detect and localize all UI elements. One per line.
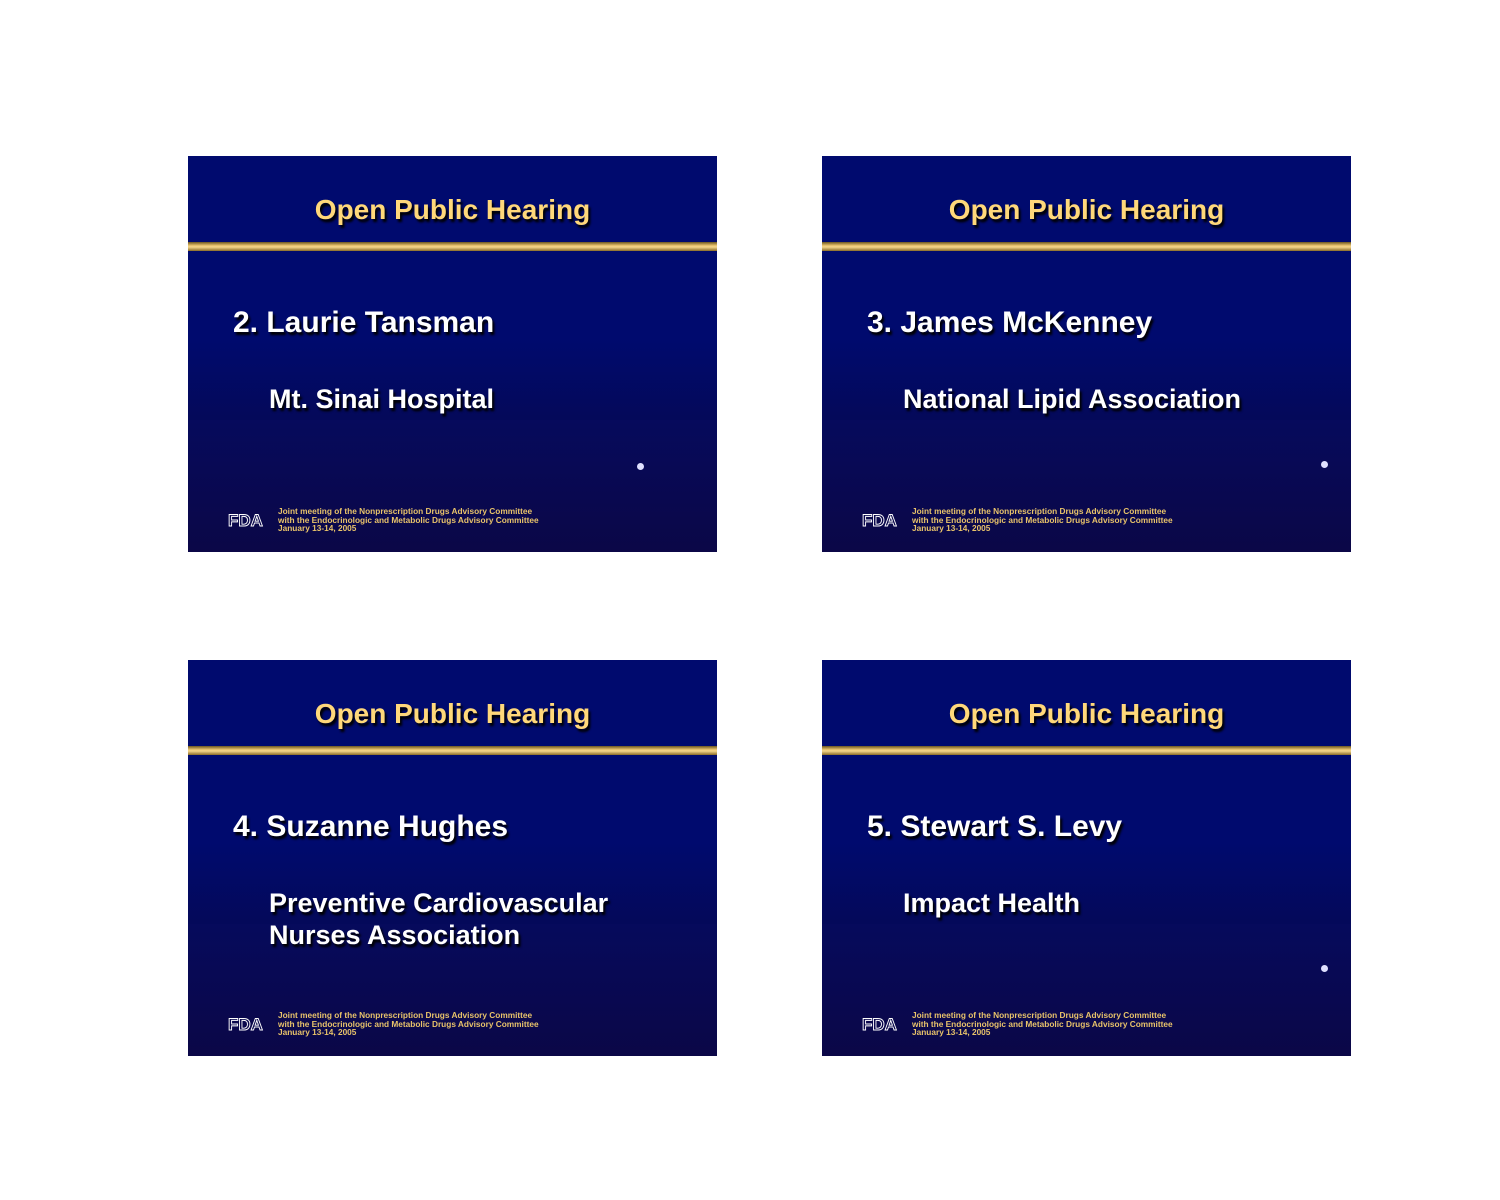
meeting-footer: Joint meeting of the Nonprescription Dru… [278, 506, 539, 533]
svg-text:FDA: FDA [862, 511, 897, 530]
organization-line: Impact Health [903, 888, 1081, 918]
speaker-name: 3. James McKenney [867, 306, 1153, 339]
title-divider [822, 746, 1351, 755]
slide-1: Open Public Hearing 2. Laurie Tansman Mt… [188, 156, 717, 552]
speaker-organization: Mt. Sinai Hospital [269, 383, 494, 415]
speaker-organization: National Lipid Association [903, 383, 1241, 415]
title-divider [188, 242, 717, 251]
meeting-footer: Joint meeting of the Nonprescription Dru… [278, 1010, 539, 1037]
slide-title: Open Public Hearing [948, 194, 1225, 225]
svg-text:FDA: FDA [228, 511, 263, 530]
meeting-footer: Joint meeting of the Nonprescription Dru… [912, 506, 1173, 533]
organization-line: National Lipid Association [903, 384, 1242, 414]
title-divider [822, 242, 1351, 251]
slide-title: Open Public Hearing [948, 698, 1225, 729]
organization-line: Mt. Sinai Hospital [269, 384, 495, 414]
bullet-dot-icon [1321, 965, 1328, 972]
slide-title: Open Public Hearing [314, 194, 591, 225]
fda-logo-icon: FDA [862, 511, 897, 530]
speaker-name: 2. Laurie Tansman [233, 306, 495, 339]
bullet-dot-icon [1321, 461, 1328, 468]
slide-2: Open Public Hearing 3. James McKenney Na… [822, 156, 1351, 552]
slide-3: Open Public Hearing 4. Suzanne Hughes Pr… [188, 660, 717, 1056]
fda-logo-icon: FDA [862, 1015, 897, 1034]
title-divider [188, 746, 717, 755]
slide-title: Open Public Hearing [314, 698, 591, 729]
speaker-organization: Preventive Cardiovascular Nurses Associa… [269, 887, 608, 951]
speaker-organization: Impact Health [903, 887, 1080, 919]
slide-4: Open Public Hearing 5. Stewart S. Levy I… [822, 660, 1351, 1056]
organization-line: Nurses Association [269, 920, 521, 950]
svg-text:FDA: FDA [228, 1015, 263, 1034]
organization-line: Preventive Cardiovascular [269, 888, 609, 918]
speaker-name: 4. Suzanne Hughes [233, 810, 509, 843]
fda-logo-icon: FDA [228, 511, 263, 530]
meeting-footer: Joint meeting of the Nonprescription Dru… [912, 1010, 1173, 1037]
fda-logo-icon: FDA [228, 1015, 263, 1034]
bullet-dot-icon [637, 463, 644, 470]
speaker-name: 5. Stewart S. Levy [867, 810, 1123, 843]
svg-text:FDA: FDA [862, 1015, 897, 1034]
